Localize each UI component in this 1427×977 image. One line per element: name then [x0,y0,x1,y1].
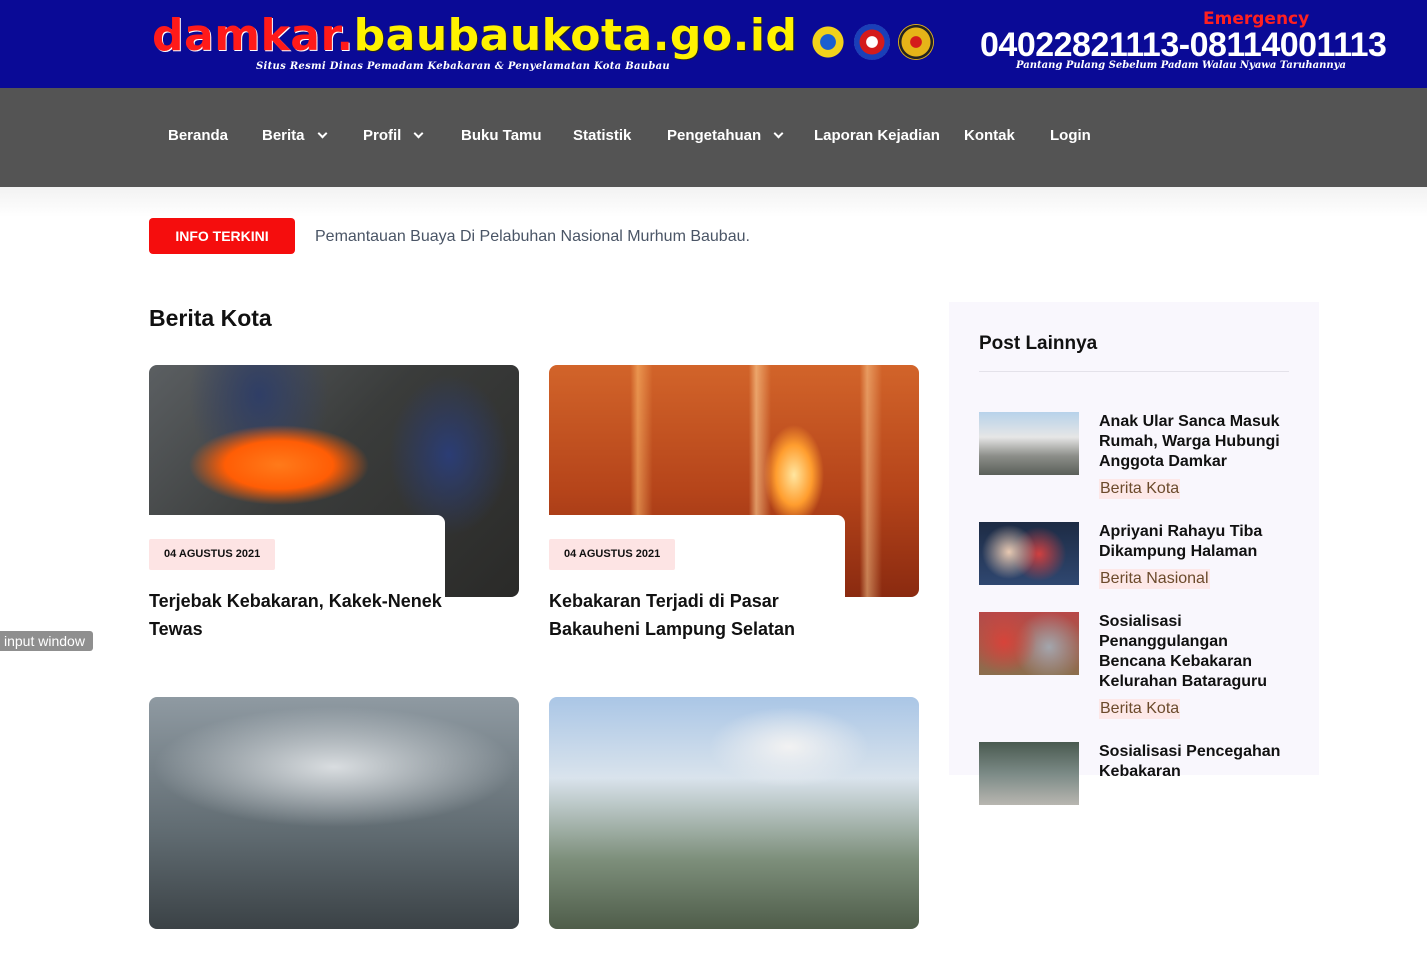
nav-item-pengetahuan[interactable]: Pengetahuan [667,127,784,144]
nav-item-kontak[interactable]: Kontak [964,127,1015,144]
site-brand[interactable]: damkar.baubaukota.go.id Situs Resmi Dina… [152,8,797,80]
news-card-date: 04 AGUSTUS 2021 [149,539,276,570]
sidebar-post-title[interactable]: Sosialisasi Pencegahan Kebakaran [1099,742,1294,782]
nav-item-label: Login [1050,127,1091,144]
chevron-down-icon [317,128,327,139]
city-emblem-logo [810,24,846,60]
sidebar-post-image[interactable] [979,742,1079,805]
ticker-headline-link[interactable]: Pemantauan Buaya Di Pelabuhan Nasional M… [315,228,750,246]
input-window-label: input window [0,631,93,651]
site-title[interactable]: damkar.baubaukota.go.id [152,10,797,62]
sidebar-post-category[interactable]: Berita Nasional [1099,569,1210,589]
nav-item-login[interactable]: Login [1050,127,1091,144]
site-title-domain: damkar. [152,10,354,61]
site-header: damkar.baubaukota.go.id Situs Resmi Dina… [0,0,1427,88]
news-card-date: 04 AGUSTUS 2021 [549,539,676,570]
news-card-title[interactable]: Kebakaran Terjadi di Pasar Bakauheni Lam… [549,587,849,643]
nav-item-profil[interactable]: Profil [363,127,424,144]
nav-shadow [0,187,1427,217]
news-card[interactable]: 04 AGUSTUS 2021 Kebakaran Terjadi di Pas… [549,365,919,645]
chevron-down-icon [773,128,784,139]
main-nav: Beranda Berita Profil Buku Tamu Statisti… [0,88,1427,187]
chevron-down-icon [413,128,424,139]
site-motto: Pantang Pulang Sebelum Padam Walau Nyawa… [1016,60,1346,71]
news-card-title[interactable]: Terjebak Kebakaran, Kakek-Nenek Tewas [149,587,449,643]
nav-item-laporan-kejadian[interactable]: Laporan Kejadian [814,127,940,144]
nav-item-label: Kontak [964,127,1015,144]
news-card[interactable] [549,697,919,977]
site-subtitle: Situs Resmi Dinas Pemadam Kebakaran & Pe… [256,61,670,72]
sidebar-post-image[interactable] [979,412,1079,475]
sidebar-post-image[interactable] [979,522,1079,585]
nav-item-label: Pengetahuan [667,127,762,144]
nav-item-label: Profil [363,127,402,144]
fire-department-logo [854,24,890,60]
sidebar-post-title[interactable]: Anak Ular Sanca Masuk Rumah, Warga Hubun… [1099,412,1294,472]
nav-item-label: Buku Tamu [461,127,542,144]
nav-item-buku-tamu[interactable]: Buku Tamu [461,127,542,144]
nav-item-label: Statistik [573,127,632,144]
sidebar-title: Post Lainnya [979,333,1098,354]
nav-item-label: Laporan Kejadian [814,127,940,144]
logo-group [810,24,940,64]
nav-item-beranda[interactable]: Beranda [168,127,228,144]
nav-item-label: Berita [262,127,305,144]
sidebar-post-category[interactable]: Berita Kota [1099,699,1181,719]
section-title: Berita Kota [149,305,272,331]
sidebar-post-lainnya: Post Lainnya Anak Ular Sanca Masuk Rumah… [949,302,1319,805]
sidebar-post-category[interactable]: Berita Kota [1099,479,1181,499]
nav-item-berita[interactable]: Berita [262,127,327,144]
main-navbar: Beranda Berita Profil Buku Tamu Statisti… [0,88,1427,187]
news-card-image[interactable] [549,697,919,929]
nav-item-statistik[interactable]: Statistik [573,127,631,144]
sidebar-divider [979,371,1289,372]
sidebar-post-title[interactable]: Sosialisasi Penanggulangan Bencana Kebak… [1099,612,1294,692]
info-terkini-badge: INFO TERKINI [149,218,295,254]
site-title-host: baubaukota.go.id [353,10,798,61]
sidebar-post-title[interactable]: Apriyani Rahayu Tiba Dikampung Halaman [1099,522,1294,562]
sidebar-post-image[interactable] [979,612,1079,675]
news-card[interactable]: 04 AGUSTUS 2021 Terjebak Kebakaran, Kake… [149,365,519,645]
news-card[interactable] [149,697,519,977]
regional-emblem-logo [898,24,934,60]
news-card-image[interactable] [149,697,519,929]
nav-item-label: Beranda [168,127,229,144]
